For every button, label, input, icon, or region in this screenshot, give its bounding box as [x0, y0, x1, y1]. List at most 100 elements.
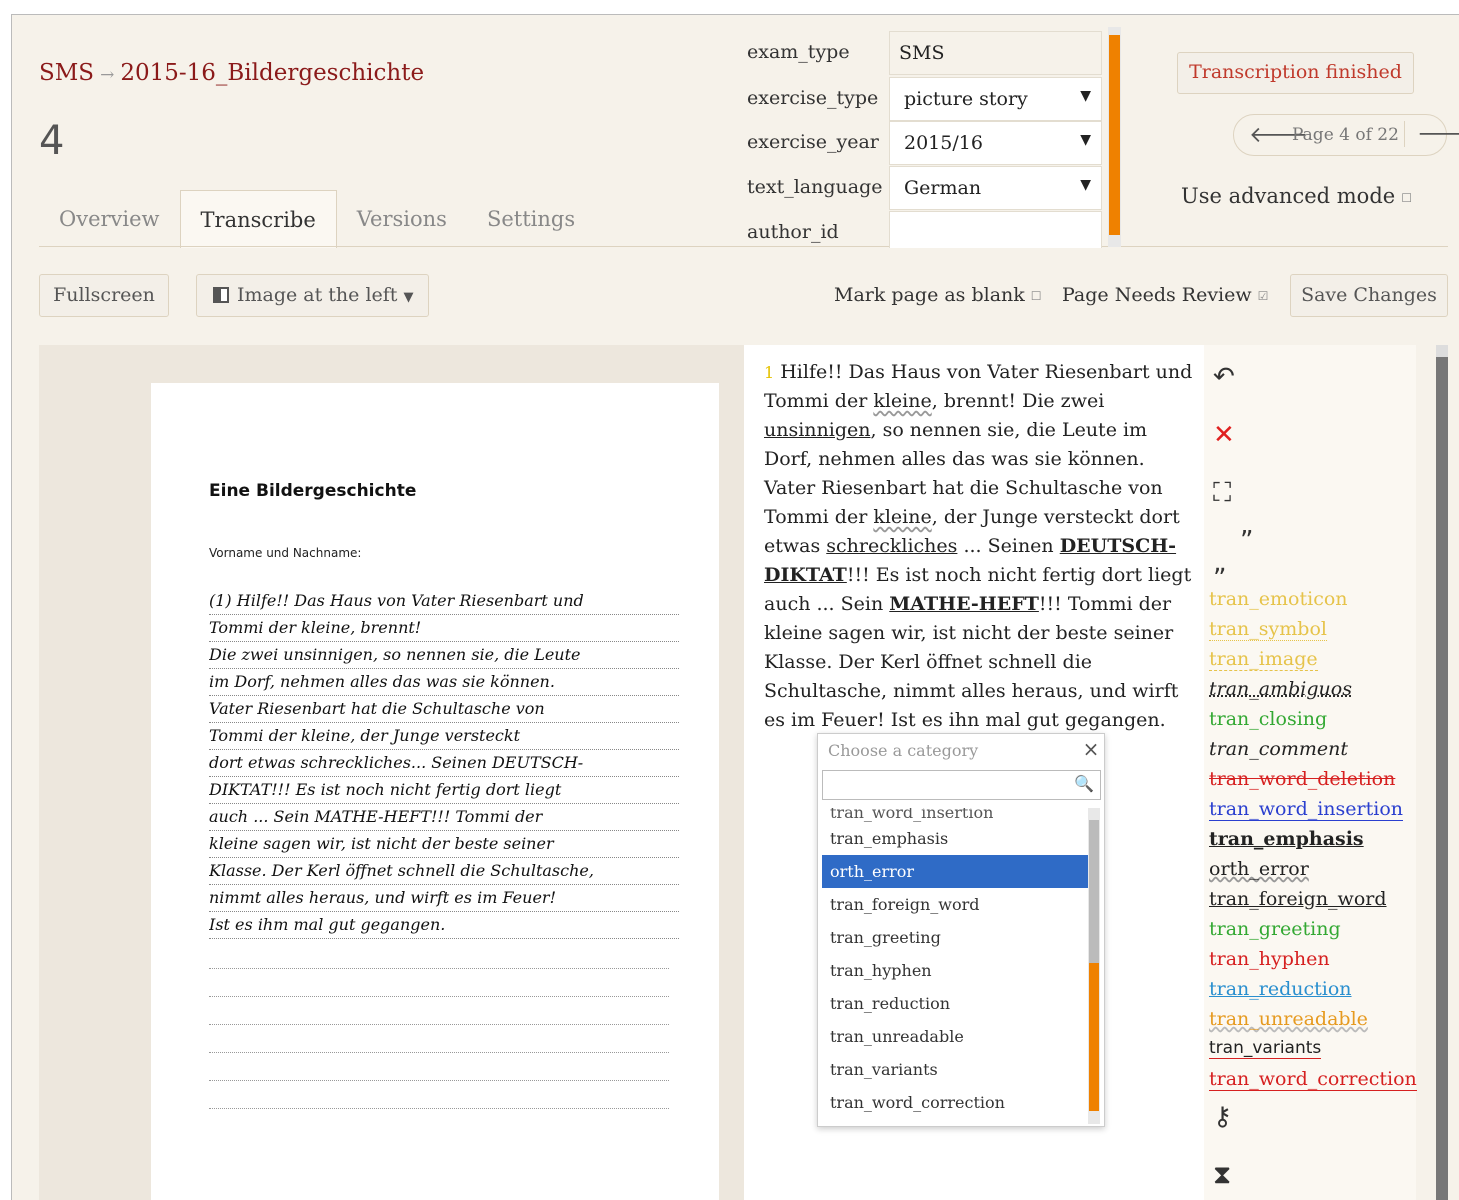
handwriting-line: nimmt alles heraus, und wirft es im Feue… [209, 885, 679, 912]
category-tran-symbol[interactable]: tran_symbol [1209, 618, 1327, 641]
category-tran-emoticon[interactable]: tran_emoticon [1209, 588, 1348, 610]
delete-icon[interactable]: ✕ [1213, 420, 1235, 450]
dropdown-option[interactable]: tran_word_correction [822, 1086, 1089, 1119]
category-tran-image[interactable]: tran_image [1209, 648, 1318, 671]
annotated-word[interactable]: unsinnigen [764, 419, 871, 441]
category-tran-variants[interactable]: tran_variants [1209, 1038, 1322, 1059]
dropdown-scrollbar[interactable] [1088, 808, 1100, 1124]
field-value: German [904, 177, 982, 199]
annotated-word[interactable]: kleine [873, 506, 931, 528]
scanned-page[interactable]: Eine Bildergeschichte Vorname und Nachna… [151, 383, 719, 1200]
exam-type-field[interactable]: SMS [889, 31, 1102, 75]
scroll-up-arrow[interactable] [1436, 345, 1448, 357]
category-tran-comment[interactable]: tran_comment [1209, 738, 1348, 760]
dropdown-option[interactable]: tran_reduction [822, 987, 1089, 1020]
mark-blank-toggle[interactable]: Mark page as blank ☐ [834, 284, 1042, 306]
author-id-input[interactable] [889, 211, 1102, 248]
key-icon[interactable]: ⚷ [1213, 1102, 1232, 1132]
field-label: exercise_type [747, 87, 879, 109]
checkbox-checked-icon[interactable]: ☑ [1258, 289, 1269, 303]
category-tran-emphasis[interactable]: tran_emphasis [1209, 828, 1364, 850]
tab-settings[interactable]: Settings [467, 190, 595, 248]
fields-scrollbar[interactable] [1108, 27, 1121, 247]
quote-open-icon[interactable]: „ [1213, 548, 1226, 578]
tab-transcribe[interactable]: Transcribe [179, 190, 337, 248]
save-button[interactable]: Save Changes [1290, 274, 1448, 317]
transcription-text: ... Seinen [957, 535, 1060, 557]
hourglass-icon[interactable]: ⧗ [1213, 1160, 1231, 1191]
emphasis-word[interactable]: MATHE-HEFT [889, 593, 1039, 615]
dropdown-placeholder: Choose a category [828, 741, 979, 760]
field-value: picture story [904, 88, 1028, 110]
ruled-line [209, 1024, 669, 1025]
select-icon[interactable]: ⛶ [1213, 478, 1231, 509]
handwriting-line: Ist es ihm mal gut gegangen. [209, 912, 679, 939]
undo-icon[interactable]: ↶ [1213, 362, 1235, 392]
scrollbar-thumb[interactable] [1109, 35, 1120, 235]
category-options: tran_word_insertion tran_emphasis orth_e… [822, 808, 1089, 1124]
category-tran-word-insertion[interactable]: tran_word_insertion [1209, 798, 1404, 821]
transcription-status-button[interactable]: Transcription finished [1177, 52, 1414, 94]
tab-overview[interactable]: Overview [39, 190, 180, 248]
checkbox-icon[interactable]: ☐ [1401, 191, 1412, 205]
image-position-label: Image at the left [237, 284, 398, 306]
category-tran-unreadable[interactable]: tran_unreadable [1209, 1008, 1368, 1030]
metadata-fields: exam_type SMS exercise_type picture stor… [747, 31, 1120, 248]
category-tran-foreign-word[interactable]: tran_foreign_word [1209, 888, 1387, 910]
dropdown-option[interactable]: tran_variants [822, 1053, 1089, 1086]
exercise-year-select[interactable]: 2015/16 ▼ [889, 121, 1102, 165]
exercise-type-select[interactable]: picture story ▼ [889, 77, 1102, 121]
caret-down-icon: ▼ [403, 290, 414, 305]
annotated-word[interactable]: schreckliches [826, 535, 957, 557]
dropdown-option[interactable]: tran_word_insertion [822, 808, 1089, 822]
category-tran-word-deletion[interactable]: tran_word_deletion [1209, 768, 1395, 790]
ruled-line [209, 968, 669, 969]
category-dropdown[interactable]: Choose a category × 🔍 tran_word_insertio… [817, 733, 1105, 1127]
next-page-button[interactable]: 🡒 [1404, 121, 1459, 147]
fullscreen-button[interactable]: Fullscreen [39, 274, 169, 317]
category-tran-reduction[interactable]: tran_reduction [1209, 978, 1352, 1000]
category-tran-hyphen[interactable]: tran_hyphen [1209, 948, 1330, 970]
dropdown-option-highlighted[interactable]: orth_error [822, 855, 1089, 888]
scrollbar-track [1089, 820, 1099, 963]
layout-icon [213, 287, 229, 303]
panel-scrollbar[interactable] [1436, 345, 1448, 1200]
dropdown-option[interactable]: tran_emphasis [822, 822, 1089, 855]
scrollbar-thumb[interactable] [1089, 963, 1099, 1111]
handwriting-line: Tommi der kleine, der Junge versteckt [209, 723, 679, 750]
handwriting-block: (1) Hilfe!! Das Haus von Vater Riesenbar… [209, 588, 679, 939]
advanced-mode-toggle[interactable]: Use advanced mode ☐ [1181, 184, 1412, 208]
image-position-select[interactable]: Image at the left ▼ [196, 274, 429, 317]
pager-label: Page 4 of 22 [1292, 125, 1399, 145]
handwriting-line: im Dorf, nehmen alles das was sie können… [209, 669, 679, 696]
transcription-editor[interactable]: 1 Hilfe!! Das Haus von Vater Riesenbart … [764, 358, 1199, 735]
annotated-word[interactable]: kleine [873, 390, 931, 412]
text-language-select[interactable]: German ▼ [889, 166, 1102, 210]
category-tran-greeting[interactable]: tran_greeting [1209, 918, 1341, 940]
category-search-input[interactable]: 🔍 [822, 770, 1101, 800]
dropdown-option[interactable]: tran_unreadable [822, 1020, 1089, 1053]
category-orth-error[interactable]: orth_error [1209, 858, 1309, 880]
dropdown-option[interactable]: tran_hyphen [822, 954, 1089, 987]
ruled-line [209, 1108, 669, 1109]
breadcrumb-root-link[interactable]: SMS [39, 60, 94, 86]
needs-review-toggle[interactable]: Page Needs Review ☑ [1062, 284, 1268, 306]
caret-down-icon: ▼ [1080, 88, 1091, 104]
dropdown-option[interactable]: tran_foreign_word [822, 888, 1089, 921]
category-tran-word-correction[interactable]: tran_word_correction [1209, 1068, 1417, 1091]
paper-title: Eine Bildergeschichte [209, 481, 417, 501]
tab-versions[interactable]: Versions [337, 190, 467, 248]
checkbox-icon[interactable]: ☐ [1031, 289, 1042, 303]
field-row-author-id: author_id [747, 211, 1120, 248]
category-tran-closing[interactable]: tran_closing [1209, 708, 1327, 730]
quote-close-icon[interactable]: ” [1240, 526, 1253, 556]
needs-review-label: Page Needs Review [1062, 284, 1252, 306]
category-tran-ambiguos[interactable]: tran_ambiguos [1209, 678, 1352, 700]
ruled-line [209, 996, 669, 997]
dropdown-option[interactable]: tran_greeting [822, 921, 1089, 954]
close-icon[interactable]: × [1078, 735, 1104, 763]
line-number: 1 [764, 363, 775, 382]
field-label: text_language [747, 176, 883, 198]
breadcrumb-document-link[interactable]: 2015-16_Bildergeschichte [120, 60, 424, 86]
handwriting-line: Tommi der kleine, brennt! [209, 615, 679, 642]
